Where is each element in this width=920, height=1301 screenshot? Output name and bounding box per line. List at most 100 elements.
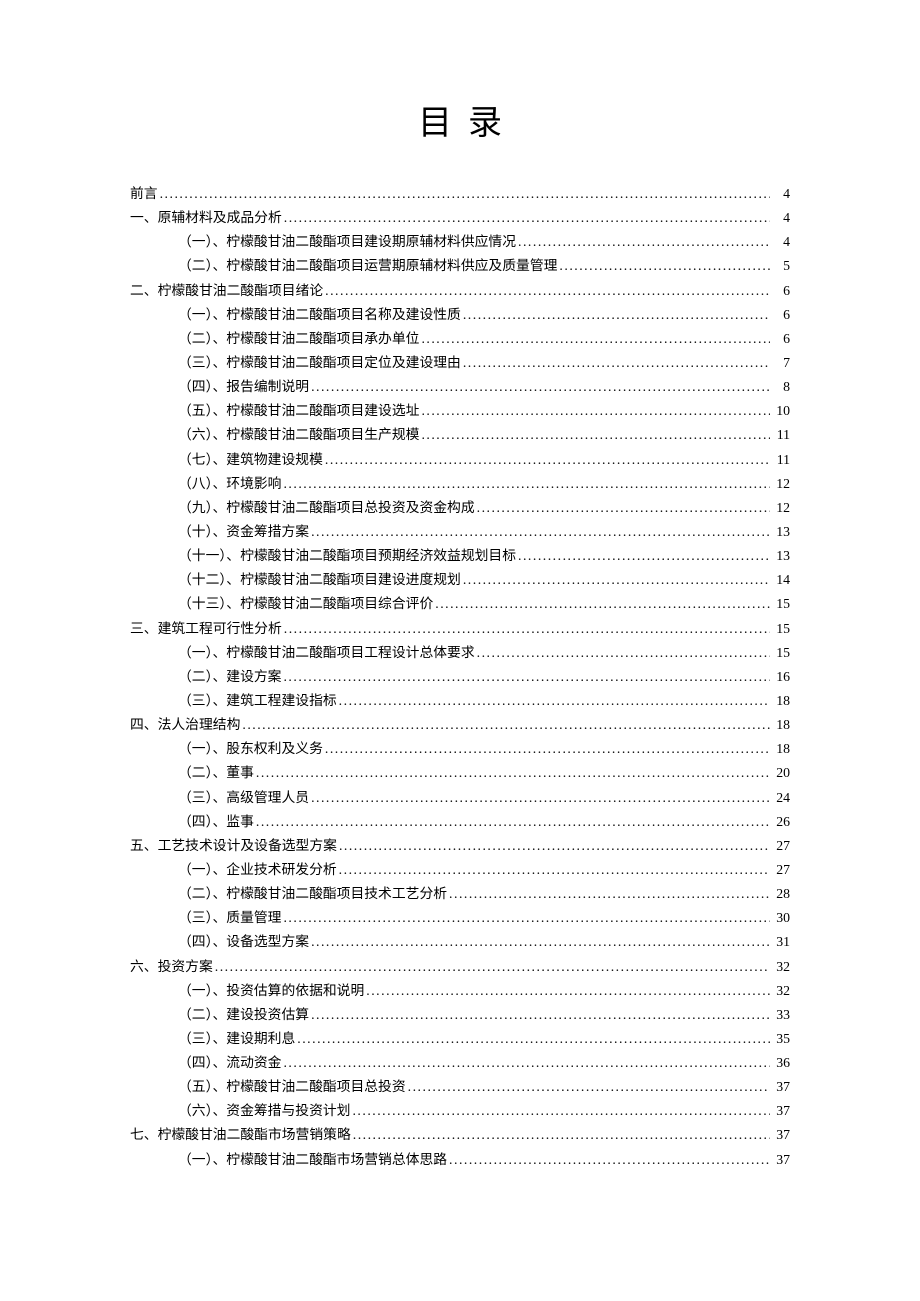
toc-entry[interactable]: 五、工艺技术设计及设备选型方案27 <box>130 834 790 858</box>
toc-entry[interactable]: （四）、监事 26 <box>130 810 790 834</box>
toc-label: （三）、高级管理人员 <box>178 786 309 810</box>
toc-leader-dots <box>160 182 770 206</box>
toc-label: （五）、柠檬酸甘油二酸酯项目建设选址 <box>178 399 419 423</box>
toc-entry[interactable]: （一）、股东权利及义务18 <box>130 737 790 761</box>
toc-page-number: 32 <box>772 979 790 1003</box>
toc-entry[interactable]: （二）、柠檬酸甘油二酸酯项目技术工艺分析28 <box>130 882 790 906</box>
toc-leader-dots <box>421 399 770 423</box>
toc-leader-dots <box>421 423 770 447</box>
toc-page-number: 8 <box>772 375 790 399</box>
toc-label: 四、法人治理结构 <box>130 713 240 737</box>
toc-label: （十一）、柠檬酸甘油二酸酯项目预期经济效益规划目标 <box>178 544 516 568</box>
toc-leader-dots <box>559 254 770 278</box>
toc-label: （三）、质量管理 <box>178 906 281 930</box>
toc-leader-dots <box>283 665 770 689</box>
toc-entry[interactable]: 四、法人治理结构18 <box>130 713 790 737</box>
toc-entry[interactable]: （三）、质量管理30 <box>130 906 790 930</box>
toc-page-number: 12 <box>772 496 790 520</box>
toc-entry[interactable]: （一）、柠檬酸甘油二酸酯市场营销总体思路37 <box>130 1148 790 1172</box>
toc-label: （十）、资金筹措方案 <box>178 520 309 544</box>
toc-page-number: 13 <box>772 520 790 544</box>
toc-entry[interactable]: （一）、柠檬酸甘油二酸酯项目工程设计总体要求15 <box>130 641 790 665</box>
toc-label: （二）、董事 <box>178 761 254 785</box>
toc-page-number: 6 <box>772 327 790 351</box>
toc-label: 三、建筑工程可行性分析 <box>130 617 282 641</box>
toc-leader-dots <box>449 882 770 906</box>
toc-leader-dots <box>311 375 770 399</box>
toc-entry[interactable]: （三）、高级管理人员24 <box>130 786 790 810</box>
toc-entry[interactable]: 七、柠檬酸甘油二酸酯市场营销策略37 <box>130 1123 790 1147</box>
toc-page-number: 11 <box>772 423 790 447</box>
toc-page-number: 15 <box>772 617 790 641</box>
toc-entry[interactable]: （八）、环境影响12 <box>130 472 790 496</box>
toc-entry[interactable]: 一、原辅材料及成品分析4 <box>130 206 790 230</box>
toc-page-number: 18 <box>772 689 790 713</box>
toc-entry[interactable]: （二）、建设方案16 <box>130 665 790 689</box>
toc-label: （一）、企业技术研发分析 <box>178 858 337 882</box>
toc-page-number: 27 <box>772 858 790 882</box>
toc-entry[interactable]: （七）、建筑物建设规模11 <box>130 448 790 472</box>
toc-page-number: 6 <box>772 303 790 327</box>
toc-entry[interactable]: （三）、建筑工程建设指标18 <box>130 689 790 713</box>
toc-label: （一）、投资估算的依据和说明 <box>178 979 364 1003</box>
toc-entry[interactable]: （六）、柠檬酸甘油二酸酯项目生产规模 11 <box>130 423 790 447</box>
toc-entry[interactable]: （二）、柠檬酸甘油二酸酯项目运营期原辅材料供应及质量管理5 <box>130 254 790 278</box>
toc-label: （十三）、柠檬酸甘油二酸酯项目综合评价 <box>178 592 433 616</box>
toc-leader-dots <box>518 230 770 254</box>
toc-label: （五）、柠檬酸甘油二酸酯项目总投资 <box>178 1075 406 1099</box>
toc-container: 前言4一、原辅材料及成品分析4（一）、柠檬酸甘油二酸酯项目建设期原辅材料供应情况… <box>130 182 790 1172</box>
toc-entry[interactable]: 二、柠檬酸甘油二酸酯项目绪论6 <box>130 279 790 303</box>
toc-leader-dots <box>283 1051 770 1075</box>
toc-leader-dots <box>421 327 770 351</box>
toc-entry[interactable]: （四）、设备选型方案31 <box>130 930 790 954</box>
toc-page-number: 37 <box>772 1099 790 1123</box>
toc-entry[interactable]: （二）、柠檬酸甘油二酸酯项目承办单位6 <box>130 327 790 351</box>
toc-entry[interactable]: 三、建筑工程可行性分析 15 <box>130 617 790 641</box>
toc-entry[interactable]: 六、投资方案32 <box>130 955 790 979</box>
toc-entry[interactable]: （十二）、柠檬酸甘油二酸酯项目建设进度规划14 <box>130 568 790 592</box>
toc-label: （三）、建设期利息 <box>178 1027 295 1051</box>
toc-label: （七）、建筑物建设规模 <box>178 448 323 472</box>
toc-entry[interactable]: 前言4 <box>130 182 790 206</box>
toc-label: （一）、柠檬酸甘油二酸酯项目建设期原辅材料供应情况 <box>178 230 516 254</box>
toc-leader-dots <box>283 472 770 496</box>
toc-entry[interactable]: （十）、资金筹措方案 13 <box>130 520 790 544</box>
toc-entry[interactable]: （三）、柠檬酸甘油二酸酯项目定位及建设理由 7 <box>130 351 790 375</box>
toc-leader-dots <box>325 737 770 761</box>
toc-label: 二、柠檬酸甘油二酸酯项目绪论 <box>130 279 323 303</box>
toc-label: （六）、柠檬酸甘油二酸酯项目生产规模 <box>178 423 419 447</box>
toc-page-number: 27 <box>772 834 790 858</box>
toc-entry[interactable]: （一）、柠檬酸甘油二酸酯项目建设期原辅材料供应情况4 <box>130 230 790 254</box>
toc-page-number: 7 <box>772 351 790 375</box>
toc-page-number: 4 <box>772 182 790 206</box>
toc-entry[interactable]: （一）、企业技术研发分析 27 <box>130 858 790 882</box>
toc-page-number: 18 <box>772 737 790 761</box>
toc-page-number: 12 <box>772 472 790 496</box>
toc-label: 六、投资方案 <box>130 955 213 979</box>
toc-leader-dots <box>463 303 770 327</box>
toc-entry[interactable]: （九）、柠檬酸甘油二酸酯项目总投资及资金构成12 <box>130 496 790 520</box>
toc-leader-dots <box>463 351 770 375</box>
toc-label: （二）、建设投资估算 <box>178 1003 309 1027</box>
toc-label: （三）、柠檬酸甘油二酸酯项目定位及建设理由 <box>178 351 461 375</box>
toc-entry[interactable]: （一）、柠檬酸甘油二酸酯项目名称及建设性质6 <box>130 303 790 327</box>
toc-leader-dots <box>339 834 770 858</box>
toc-page-number: 37 <box>772 1075 790 1099</box>
toc-entry[interactable]: （二）、董事20 <box>130 761 790 785</box>
toc-entry[interactable]: （四）、报告编制说明8 <box>130 375 790 399</box>
toc-entry[interactable]: （六）、资金筹措与投资计划37 <box>130 1099 790 1123</box>
toc-entry[interactable]: （三）、建设期利息35 <box>130 1027 790 1051</box>
toc-page-number: 37 <box>772 1123 790 1147</box>
toc-entry[interactable]: （二）、建设投资估算33 <box>130 1003 790 1027</box>
toc-entry[interactable]: （五）、柠檬酸甘油二酸酯项目总投资 37 <box>130 1075 790 1099</box>
toc-entry[interactable]: （十一）、柠檬酸甘油二酸酯项目预期经济效益规划目标13 <box>130 544 790 568</box>
toc-page-number: 26 <box>772 810 790 834</box>
toc-entry[interactable]: （十三）、柠檬酸甘油二酸酯项目综合评价15 <box>130 592 790 616</box>
toc-entry[interactable]: （一）、投资估算的依据和说明 32 <box>130 979 790 1003</box>
toc-label: （十二）、柠檬酸甘油二酸酯项目建设进度规划 <box>178 568 461 592</box>
toc-leader-dots <box>215 955 770 979</box>
toc-entry[interactable]: （四）、流动资金36 <box>130 1051 790 1075</box>
toc-label: （四）、监事 <box>178 810 254 834</box>
toc-entry[interactable]: （五）、柠檬酸甘油二酸酯项目建设选址10 <box>130 399 790 423</box>
toc-label: （二）、柠檬酸甘油二酸酯项目运营期原辅材料供应及质量管理 <box>178 254 557 278</box>
